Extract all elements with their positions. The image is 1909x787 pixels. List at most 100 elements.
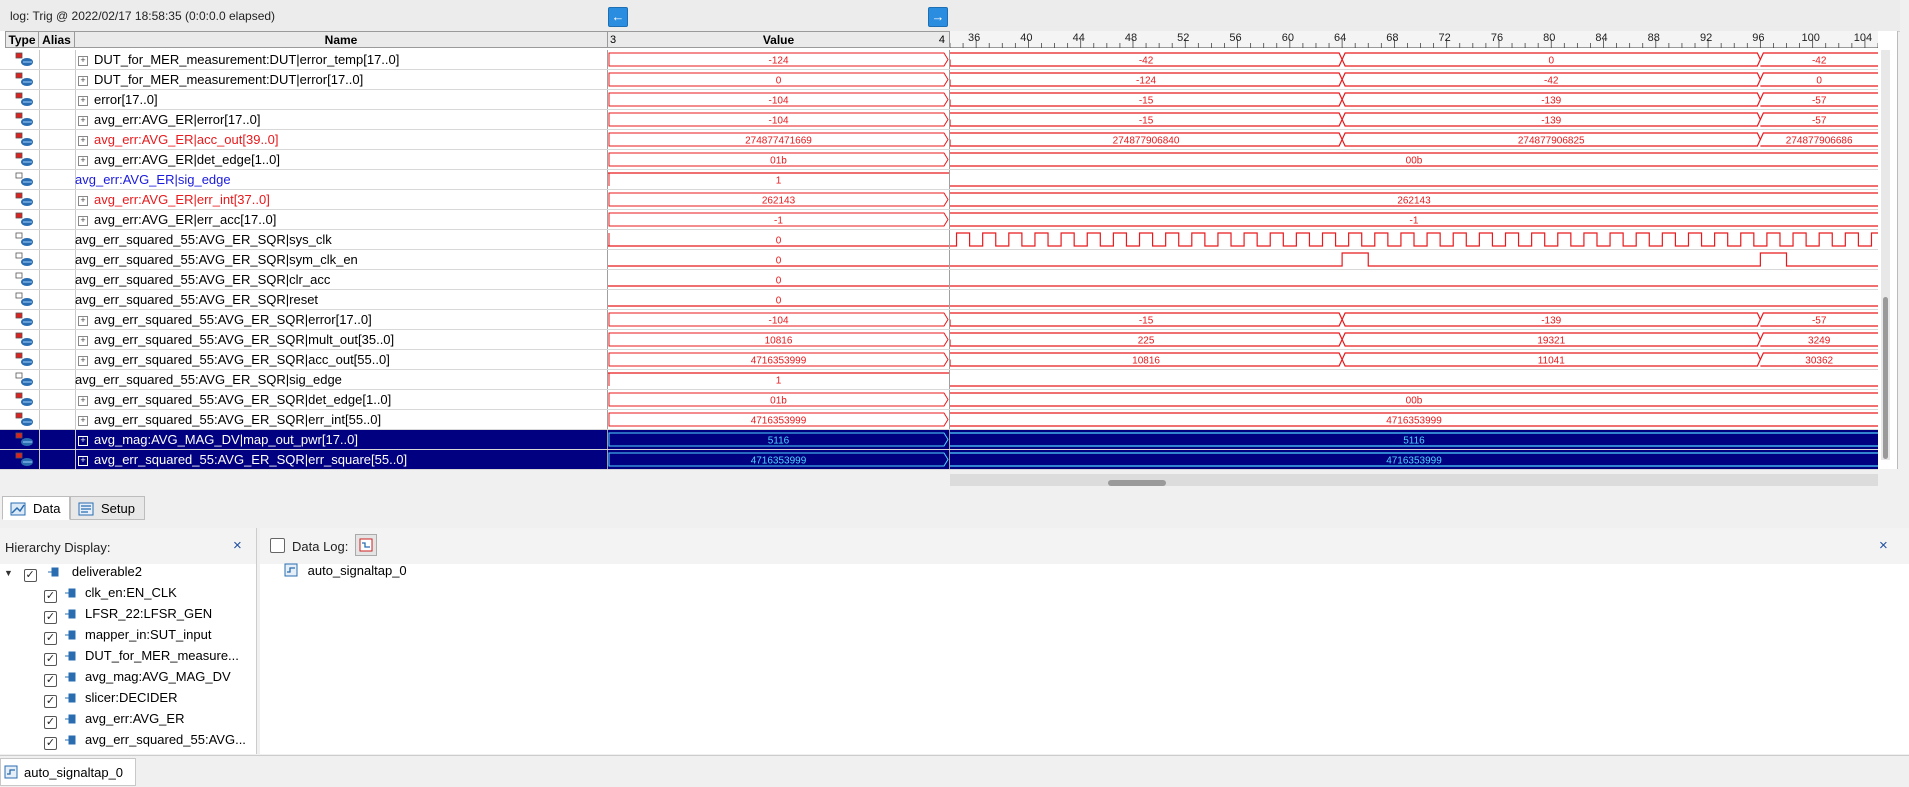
tree-item[interactable]: ✓ slicer:DECIDER: [44, 687, 177, 708]
expand-icon[interactable]: +: [78, 136, 88, 146]
signal-row[interactable]: + avg_err_squared_55:AVG_ER_SQR|err_int[5…: [0, 410, 1878, 430]
signal-name-cell[interactable]: avg_err_squared_55:AVG_ER_SQR|clr_acc: [75, 270, 608, 289]
signal-name-cell[interactable]: + DUT_for_MER_measurement:DUT|error_temp[…: [75, 50, 608, 69]
signal-row[interactable]: + avg_mag:AVG_MAG_DV|map_out_pwr[17..0] 51…: [0, 430, 1878, 450]
waveform-cell[interactable]: 4716353999: [950, 450, 1878, 469]
waveform-cell[interactable]: 262143: [950, 190, 1878, 209]
tree-item-checkbox[interactable]: ✓: [44, 695, 57, 708]
horizontal-scroll-thumb[interactable]: [1108, 480, 1166, 486]
signal-name-cell[interactable]: + avg_err:AVG_ER|error[17..0]: [75, 110, 608, 129]
waveform-cell[interactable]: 225 19321 3249: [949, 330, 1878, 349]
signal-name-cell[interactable]: avg_err_squared_55:AVG_ER_SQR|sym_clk_en: [75, 250, 608, 269]
bottom-tab-signaltap[interactable]: auto_signaltap_0: [0, 758, 136, 786]
waveform-cell[interactable]: -42 0 -42: [949, 50, 1878, 69]
tree-item-checkbox[interactable]: ✓: [44, 653, 57, 666]
signal-name-cell[interactable]: + avg_err:AVG_ER|acc_out[39..0]: [75, 130, 608, 149]
tree-root[interactable]: ▼ ✓ deliverable2: [4, 561, 142, 582]
column-header-alias[interactable]: Alias: [39, 31, 75, 48]
signal-name-cell[interactable]: avg_err_squared_55:AVG_ER_SQR|sys_clk: [75, 230, 608, 249]
collapse-arrow-icon[interactable]: ▼: [4, 563, 14, 584]
signal-row[interactable]: avg_err_squared_55:AVG_ER_SQR|sys_clk 0: [0, 230, 1886, 250]
waveform-cell[interactable]: 10816 11041 30362: [949, 350, 1878, 369]
waveform-cell[interactable]: [950, 230, 1886, 249]
signal-name-cell[interactable]: + DUT_for_MER_measurement:DUT|error[17..0…: [75, 70, 608, 89]
tree-item[interactable]: ✓ LFSR_22:LFSR_GEN: [44, 603, 212, 624]
waveform-cell[interactable]: -15 -139 -57: [949, 110, 1878, 129]
signal-name-cell[interactable]: avg_err_squared_55:AVG_ER_SQR|sig_edge: [75, 370, 608, 389]
data-log-button[interactable]: [355, 534, 377, 556]
signal-row[interactable]: avg_err_squared_55:AVG_ER_SQR|clr_acc 0: [0, 270, 1878, 290]
signal-name-cell[interactable]: + avg_err:AVG_ER|err_int[37..0]: [75, 190, 608, 209]
expand-icon[interactable]: +: [78, 336, 88, 346]
time-ruler[interactable]: 36 40 44 48 52 56 60 64 68 72 76 80 84 88 92 96 100 104: [949, 31, 1879, 48]
data-log-checkbox[interactable]: [270, 538, 285, 554]
waveform-cell[interactable]: 00b: [950, 390, 1878, 409]
tree-item[interactable]: ✓ mapper_in:SUT_input: [44, 624, 211, 645]
waveform-cell[interactable]: [950, 250, 1878, 269]
waveform-cell[interactable]: [950, 370, 1878, 389]
signal-row[interactable]: + error[17..0] -104 -15 -139 -57: [0, 90, 1878, 110]
signal-row[interactable]: + avg_err_squared_55:AVG_ER_SQR|acc_out[5…: [0, 350, 1878, 370]
signal-row[interactable]: + avg_err:AVG_ER|acc_out[39..0] 2748774716…: [0, 130, 1878, 150]
data-log-entry[interactable]: auto_signaltap_0: [284, 563, 407, 578]
waveform-cell[interactable]: -124 -42 0: [949, 70, 1878, 89]
expand-icon[interactable]: +: [78, 56, 88, 66]
signal-row[interactable]: avg_err:AVG_ER|sig_edge 1: [0, 170, 1878, 190]
waveform-cell[interactable]: -15 -139 -57: [949, 310, 1878, 329]
signal-name-cell[interactable]: + avg_err_squared_55:AVG_ER_SQR|err_int[5…: [75, 410, 608, 429]
waveform-cell[interactable]: -1: [950, 210, 1878, 229]
signal-name-cell[interactable]: + avg_err_squared_55:AVG_ER_SQR|err_squar…: [75, 450, 608, 469]
expand-icon[interactable]: +: [78, 156, 88, 166]
expand-icon[interactable]: +: [78, 116, 88, 126]
waveform-cell[interactable]: -15 -139 -57: [949, 90, 1878, 109]
expand-icon[interactable]: +: [78, 396, 88, 406]
signal-row[interactable]: + DUT_for_MER_measurement:DUT|error_temp[…: [0, 50, 1878, 70]
signal-name-cell[interactable]: avg_err:AVG_ER|sig_edge: [75, 170, 608, 189]
signal-name-cell[interactable]: + avg_err_squared_55:AVG_ER_SQR|det_edge[…: [75, 390, 608, 409]
waveform-cell[interactable]: [950, 170, 1878, 189]
tree-item-checkbox[interactable]: ✓: [44, 590, 57, 603]
signal-row[interactable]: + avg_err:AVG_ER|err_int[37..0] 262143 2621…: [0, 190, 1878, 210]
tree-item[interactable]: ✓ avg_mag:AVG_MAG_DV: [44, 666, 231, 687]
signal-row[interactable]: + avg_err:AVG_ER|det_edge[1..0] 01b 00b: [0, 150, 1878, 170]
signal-row[interactable]: avg_err_squared_55:AVG_ER_SQR|reset 0: [0, 290, 1878, 310]
tree-item[interactable]: ✓ avg_err:AVG_ER: [44, 708, 184, 729]
expand-icon[interactable]: +: [78, 456, 88, 466]
waveform-cell[interactable]: 00b: [950, 150, 1878, 169]
expand-icon[interactable]: +: [78, 196, 88, 206]
signal-row[interactable]: + avg_err_squared_55:AVG_ER_SQR|error[17.…: [0, 310, 1878, 330]
tree-item[interactable]: ✓ avg_err_squared_55:AVG...: [44, 729, 246, 750]
hierarchy-close-icon[interactable]: ×: [233, 537, 242, 554]
tab-data[interactable]: Data: [2, 496, 70, 520]
tree-item-checkbox[interactable]: ✓: [44, 674, 57, 687]
expand-icon[interactable]: +: [78, 216, 88, 226]
signal-name-cell[interactable]: avg_err_squared_55:AVG_ER_SQR|reset: [75, 290, 608, 309]
tree-item[interactable]: ✓ clk_en:EN_CLK: [44, 582, 177, 603]
expand-icon[interactable]: +: [78, 76, 88, 86]
tree-item-checkbox[interactable]: ✓: [44, 716, 57, 729]
expand-icon[interactable]: +: [78, 96, 88, 106]
data-log-close-icon[interactable]: ×: [1879, 537, 1888, 554]
vertical-scroll-thumb[interactable]: [1883, 297, 1888, 459]
waveform-cell[interactable]: [950, 290, 1878, 309]
horizontal-scrollbar[interactable]: [950, 474, 1878, 486]
next-arrow-icon[interactable]: →: [928, 7, 948, 27]
tree-item-checkbox[interactable]: ✓: [44, 611, 57, 624]
signal-row[interactable]: + avg_err:AVG_ER|err_acc[17..0] -1 -1: [0, 210, 1878, 230]
tree-item[interactable]: ✓ DUT_for_MER_measure...: [44, 645, 239, 666]
waveform-cell[interactable]: 274877906840 274877906825 274877906686: [949, 130, 1878, 149]
signal-row[interactable]: + DUT_for_MER_measurement:DUT|error[17..0…: [0, 70, 1878, 90]
signal-name-cell[interactable]: + avg_err_squared_55:AVG_ER_SQR|acc_out[5…: [75, 350, 608, 369]
signal-name-cell[interactable]: + avg_err:AVG_ER|det_edge[1..0]: [75, 150, 608, 169]
signal-row[interactable]: + avg_err_squared_55:AVG_ER_SQR|err_squar…: [0, 450, 1878, 470]
signal-name-cell[interactable]: + avg_err_squared_55:AVG_ER_SQR|error[17.…: [75, 310, 608, 329]
tab-setup[interactable]: Setup: [70, 496, 145, 520]
signal-name-cell[interactable]: + avg_err:AVG_ER|err_acc[17..0]: [75, 210, 608, 229]
waveform-cell[interactable]: [950, 270, 1878, 289]
signal-row[interactable]: avg_err_squared_55:AVG_ER_SQR|sig_edge 1: [0, 370, 1878, 390]
signal-row[interactable]: + avg_err_squared_55:AVG_ER_SQR|det_edge[…: [0, 390, 1878, 410]
column-header-value[interactable]: 3 Value 4: [608, 31, 950, 48]
signal-name-cell[interactable]: + avg_err_squared_55:AVG_ER_SQR|mult_out[…: [75, 330, 608, 349]
waveform-cell[interactable]: 5116: [950, 430, 1878, 449]
column-header-type[interactable]: Type: [5, 31, 39, 48]
